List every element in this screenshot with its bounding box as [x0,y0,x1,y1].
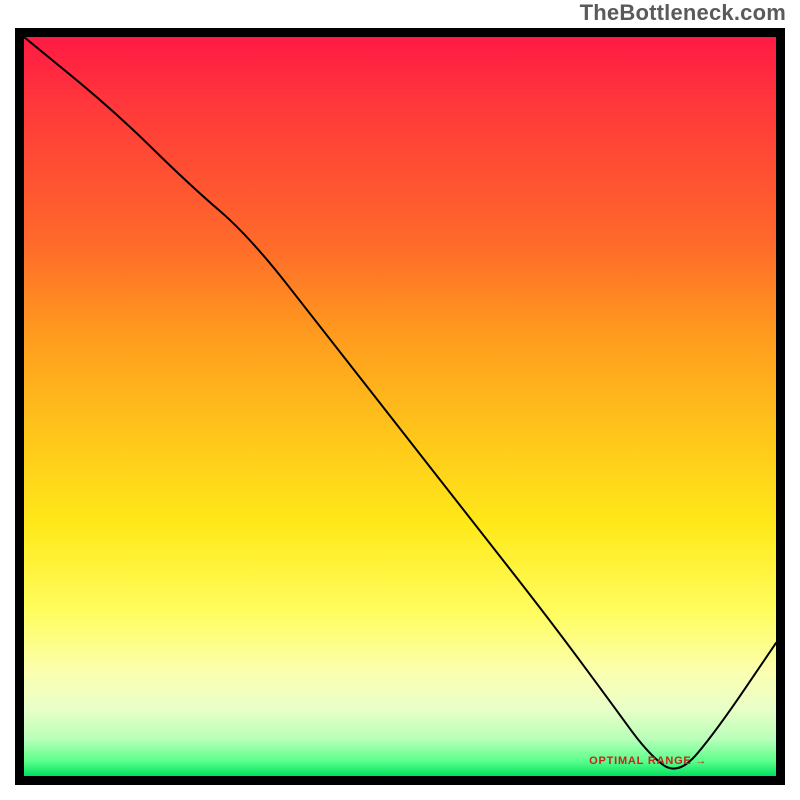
watermark-label: TheBottleneck.com [580,0,786,26]
chart-container: TheBottleneck.com OPTIMAL RANGE → [0,0,800,800]
curve-overlay [24,37,776,776]
plot-area: OPTIMAL RANGE → [24,37,776,776]
plot-frame: OPTIMAL RANGE → [15,28,785,785]
bottleneck-curve [24,37,776,769]
optimal-range-label: OPTIMAL RANGE → [589,755,707,767]
